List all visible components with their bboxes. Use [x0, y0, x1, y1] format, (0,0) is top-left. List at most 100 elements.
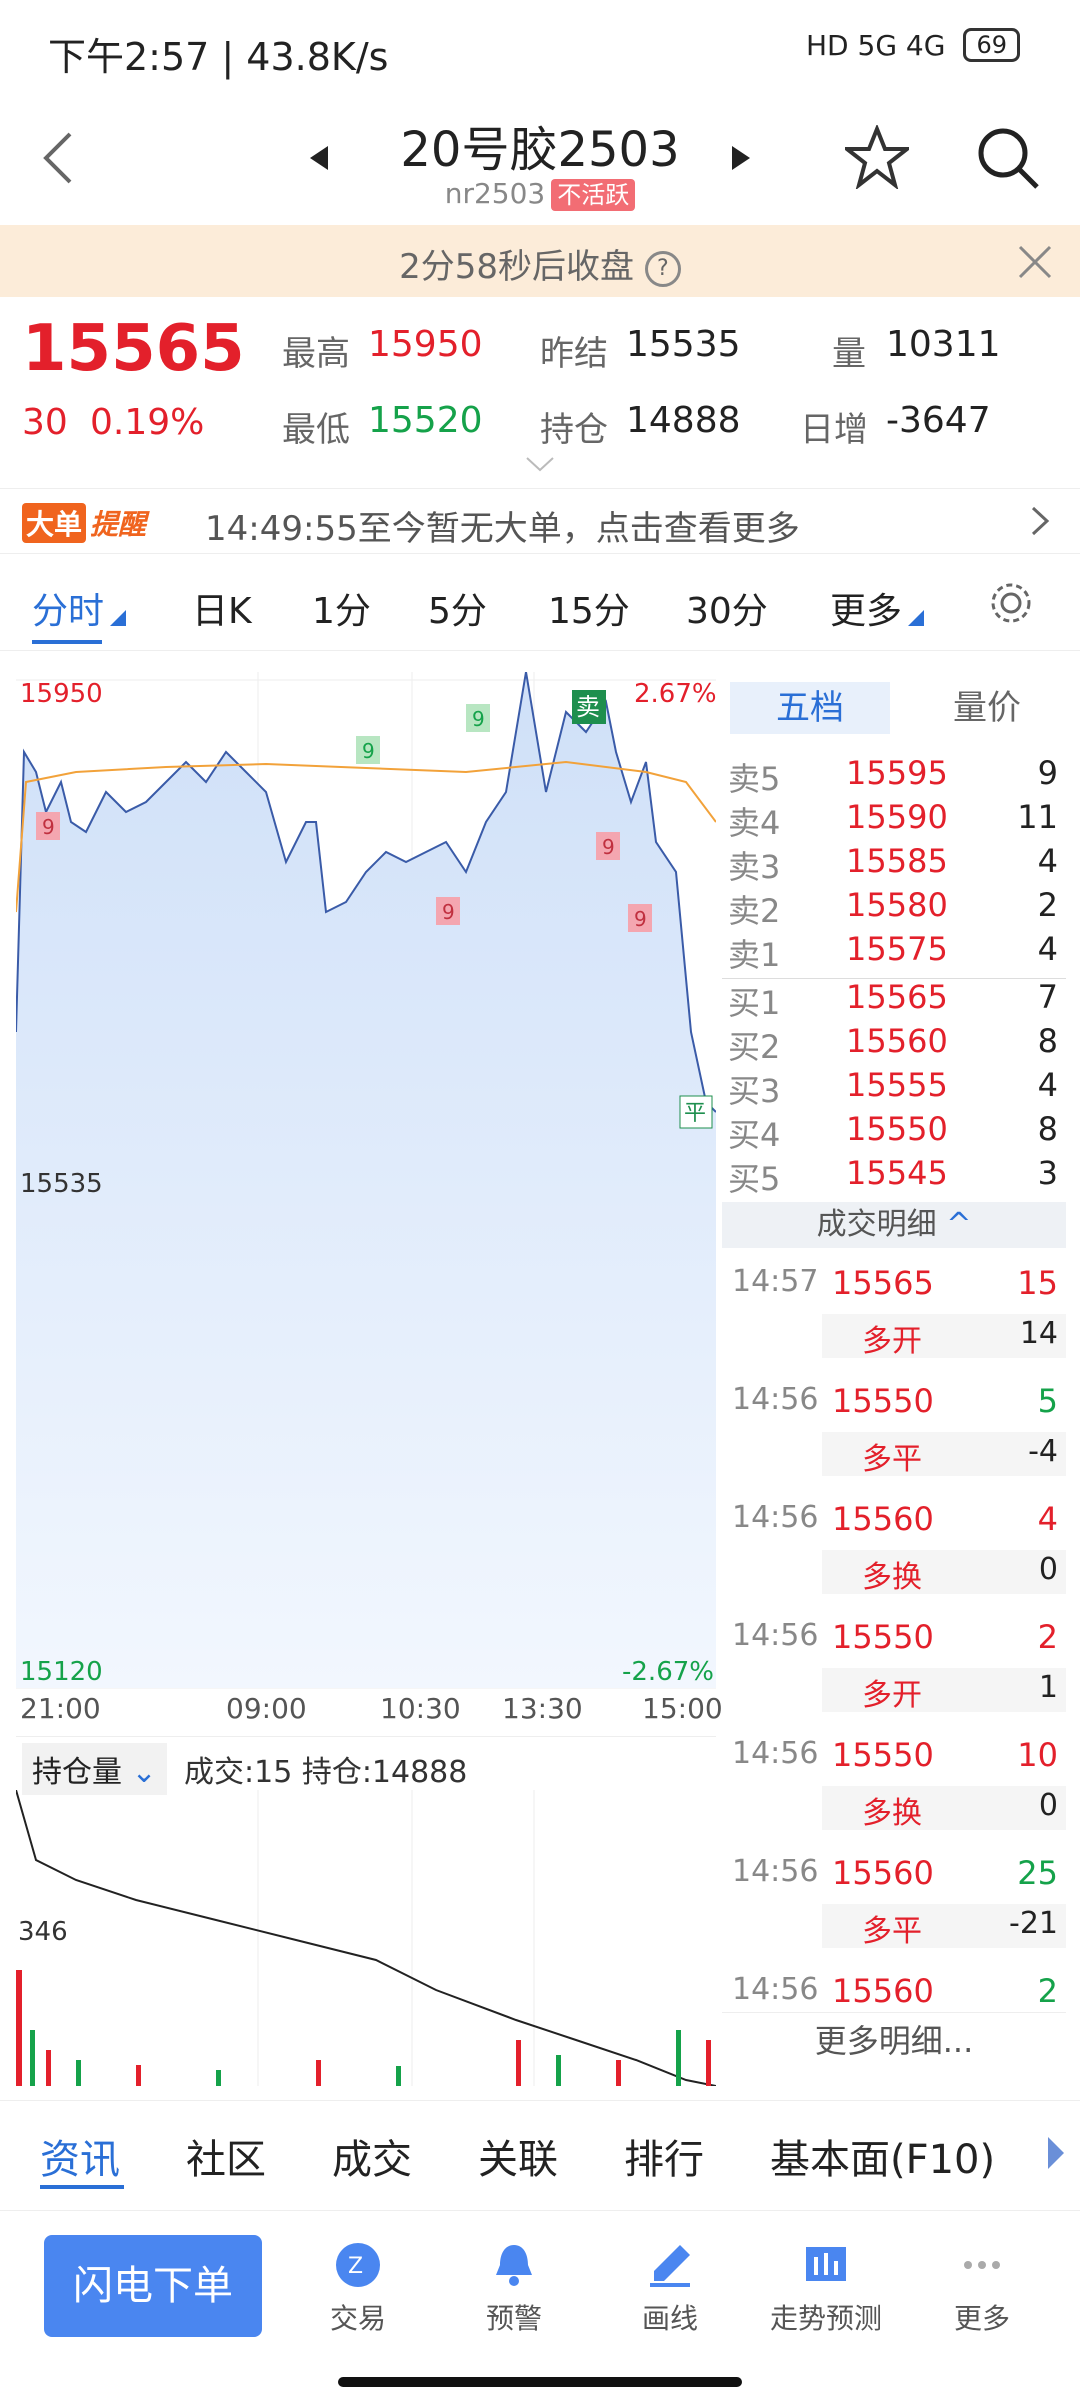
trade-tool[interactable]: Z 交易 — [288, 2241, 428, 2337]
help-icon[interactable]: ? — [644, 250, 681, 287]
tick-volume: 2 — [1037, 1972, 1058, 2010]
bottom-price-label: 15120 — [20, 1657, 103, 1687]
tab-1min[interactable]: 1分 — [312, 582, 371, 634]
trade-tick-row: 14:56 15560 25 多平 -21 — [722, 1846, 1066, 1956]
tab-intraday[interactable]: 分时 — [32, 582, 104, 634]
svg-text:9: 9 — [634, 907, 647, 931]
tab-30min[interactable]: 30分 — [686, 582, 768, 634]
big-order-text: 14:49:55至今暂无大单，点击查看更多 — [205, 509, 800, 549]
tick-oi-change: -21 — [1009, 1906, 1058, 1941]
intraday-chart[interactable]: 9 9 9 9 9 9 卖 平 15950 2.67% 15535 15120 … — [15, 671, 717, 1692]
star-icon[interactable] — [845, 125, 909, 189]
search-icon[interactable] — [975, 125, 1041, 191]
pencil-icon — [650, 2245, 690, 2287]
scroll-right-icon[interactable] — [1046, 2135, 1066, 2171]
sell2-price: 15580 — [846, 886, 948, 924]
volume-value: 10311 — [886, 324, 1001, 365]
tick-type: 多平 — [862, 1442, 922, 1477]
tab-15min[interactable]: 15分 — [548, 582, 630, 634]
buy3-label: 买3 — [728, 1072, 781, 1110]
volume-bars — [16, 1970, 711, 2086]
tab-ranking[interactable]: 排行 — [624, 2127, 704, 2185]
flash-order-button[interactable]: 闪电下单 — [44, 2235, 262, 2337]
sell3-label: 卖3 — [728, 848, 781, 886]
tab-more[interactable]: 更多 — [830, 582, 902, 634]
sell3-price: 15585 — [846, 842, 948, 880]
buy2-vol: 8 — [1037, 1022, 1058, 1060]
tick-oi-change: 0 — [1038, 1788, 1058, 1823]
tick-time: 14:57 — [732, 1264, 819, 1299]
big-order-alert[interactable]: 大单 提醒 14:49:55至今暂无大单，点击查看更多 — [0, 488, 1080, 554]
order-book: 五档 量价 卖5 15595 9 卖4 15590 11 卖3 15585 4 卖2 1558… — [722, 672, 1066, 2072]
tick-volume: 10 — [1017, 1736, 1058, 1774]
trade-detail-header[interactable]: 成交明细 ^ — [722, 1202, 1066, 1248]
tick-time: 14:56 — [732, 1854, 819, 1889]
svg-text:9: 9 — [42, 815, 55, 839]
close-icon[interactable] — [1018, 245, 1052, 279]
header: 20号胶2503 nr2503 不活跃 — [0, 100, 1080, 225]
tab-trades[interactable]: 成交 — [332, 2127, 412, 2185]
tab-5min[interactable]: 5分 — [428, 582, 487, 634]
tick-price: 15565 — [832, 1264, 934, 1302]
battery-icon: 69 — [963, 28, 1020, 62]
alert-tool[interactable]: 预警 — [444, 2241, 584, 2337]
tick-volume: 5 — [1037, 1382, 1058, 1420]
price-change-pct: 0.19% — [90, 402, 205, 443]
tab-community[interactable]: 社区 — [186, 2127, 266, 2185]
more-details-link[interactable]: 更多明细... — [722, 2012, 1066, 2069]
tick-price: 15550 — [832, 1382, 934, 1420]
gear-icon[interactable] — [988, 580, 1034, 626]
tab-five-levels[interactable]: 五档 — [730, 682, 890, 734]
tick-oi-change: 0 — [1038, 1552, 1058, 1587]
svg-text:平: 平 — [684, 1101, 706, 1126]
x-axis: 21:00 09:00 10:30 13:30 15:00 — [16, 1692, 723, 1732]
draw-tool[interactable]: 画线 — [600, 2241, 740, 2337]
high-value: 15950 — [368, 324, 483, 365]
buy3-price: 15555 — [846, 1066, 948, 1104]
more-dropdown-icon — [908, 610, 924, 626]
sell5-vol: 9 — [1037, 754, 1058, 792]
tick-time: 14:56 — [732, 1972, 819, 2007]
low-label: 最低 — [282, 410, 350, 450]
tab-news[interactable]: 资讯 — [40, 2127, 120, 2185]
svg-text:卖: 卖 — [576, 693, 600, 721]
open-interest-value: 14888 — [626, 400, 741, 441]
code-text: nr2503 — [444, 177, 546, 210]
low-value: 15520 — [368, 400, 483, 441]
status-time: 下午2:57 | 43.8K/s — [48, 35, 389, 79]
tick-type-bg — [822, 1668, 1066, 1712]
tick-price: 15550 — [832, 1736, 934, 1774]
tab-volume-price[interactable]: 量价 — [912, 682, 1062, 734]
sell4-price: 15590 — [846, 798, 948, 836]
trend-predict-tool[interactable]: 走势预测 — [756, 2241, 896, 2337]
xtick: 10:30 — [380, 1692, 461, 1725]
sell1-label: 卖1 — [728, 936, 781, 974]
prev-settle-value: 15535 — [626, 324, 741, 365]
tab-related[interactable]: 关联 — [478, 2127, 558, 2185]
tick-oi-change: 1 — [1038, 1670, 1058, 1705]
xtick: 09:00 — [226, 1692, 307, 1725]
tab-fundamentals[interactable]: 基本面(F10) — [770, 2127, 995, 2185]
alert-tag: 提醒 — [90, 508, 147, 541]
expand-chevron-icon[interactable] — [525, 456, 555, 472]
active-info-tab-underline — [40, 2185, 124, 2189]
sell4-vol: 11 — [1017, 798, 1058, 836]
sub-chart-header: 持仓量 ⌄ 成交:15 持仓:14888 — [16, 1736, 716, 1795]
sub-indicator-select[interactable]: 持仓量 ⌄ — [22, 1743, 167, 1795]
tick-price: 15560 — [832, 1500, 934, 1538]
tick-time: 14:56 — [732, 1500, 819, 1535]
next-contract-icon[interactable] — [730, 144, 752, 172]
tick-oi-change: -4 — [1028, 1434, 1058, 1469]
buy3-vol: 4 — [1037, 1066, 1058, 1104]
tick-type: 多平 — [862, 1914, 922, 1949]
buy1-label: 买1 — [728, 984, 781, 1022]
tab-daily-k[interactable]: 日K — [192, 582, 252, 634]
buy4-price: 15550 — [846, 1110, 948, 1148]
sell3-vol: 4 — [1037, 842, 1058, 880]
sell5-price: 15595 — [846, 754, 948, 792]
trade-tick-row: 14:56 15550 10 多换 0 — [722, 1728, 1066, 1838]
more-tool[interactable]: 更多 — [912, 2241, 1052, 2337]
tick-type: 多开 — [862, 1324, 922, 1359]
tick-type: 多换 — [862, 1796, 922, 1831]
buy2-label: 买2 — [728, 1028, 781, 1066]
